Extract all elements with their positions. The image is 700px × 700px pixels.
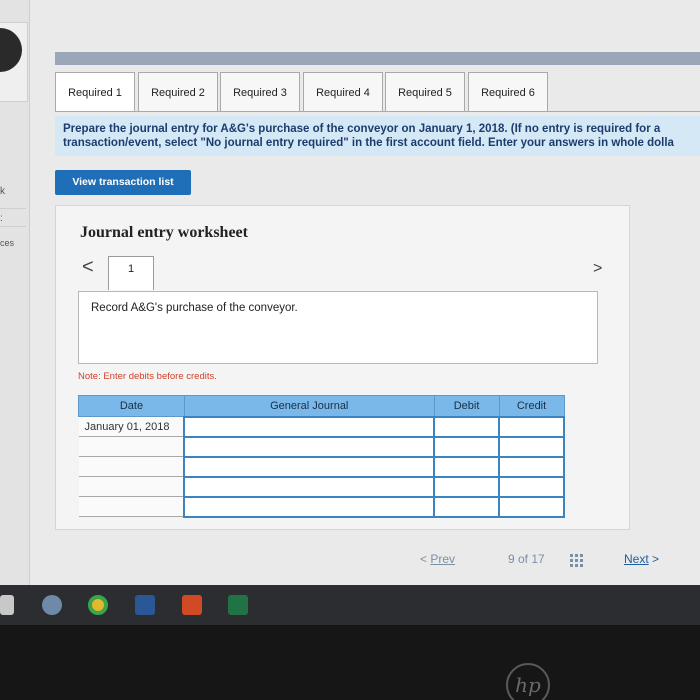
next-link[interactable]: Next > [624,552,659,566]
account-input[interactable] [183,455,436,478]
credit-input[interactable] [498,435,565,458]
monitor-screen: k : ces Required 1 Required 2 Required 3… [0,0,700,585]
debit-input[interactable] [433,415,501,438]
table-row [78,495,565,518]
edge-icon[interactable] [42,595,62,615]
account-input[interactable] [183,475,436,498]
account-input[interactable] [183,415,436,438]
credit-input[interactable] [498,455,565,478]
date-cell [78,456,185,477]
tab-required-4[interactable]: Required 4 [303,72,383,112]
debit-input[interactable] [433,475,501,498]
chevron-left-icon: < [420,552,431,566]
tab-required-1[interactable]: Required 1 [55,72,135,112]
chevron-right-icon[interactable]: > [593,260,602,278]
next-label: Next [624,552,649,566]
record-instruction-text: Record A&G's purchase of the conveyor. [91,302,298,314]
taskbar [0,585,700,625]
tab-required-3[interactable]: Required 3 [220,72,300,112]
left-sidebar: k : ces [0,0,30,585]
account-input[interactable] [183,435,436,458]
account-input[interactable] [183,495,436,518]
credit-input[interactable] [498,495,565,518]
debit-input[interactable] [433,435,501,458]
header-strip [55,52,700,65]
table-row [78,455,565,478]
monitor-bezel [0,625,700,700]
date-column-header: Date [78,395,185,417]
record-instruction-box: Record A&G's purchase of the conveyor. [78,291,598,364]
debit-column-header: Debit [433,395,500,417]
tab-divider [55,111,700,112]
entry-page-tab[interactable]: 1 [108,256,154,290]
prev-link[interactable]: < Prev [420,552,455,566]
table-header-row: Date General Journal Debit Credit [78,395,565,417]
debit-input[interactable] [433,455,501,478]
sidebar-fragment-3[interactable]: ces [0,238,14,248]
instruction-line-1: Prepare the journal entry for A&G's purc… [63,123,661,135]
account-column-header: General Journal [183,395,435,417]
grid-icon[interactable] [570,554,584,568]
date-cell: January 01, 2018 [78,416,185,437]
debit-credit-note: Note: Enter debits before credits. [78,371,217,382]
tab-required-2[interactable]: Required 2 [138,72,218,112]
sidebar-divider [0,208,26,209]
tab-required-5[interactable]: Required 5 [385,72,465,112]
table-row [78,475,565,498]
general-journal-table: Date General Journal Debit Credit Januar… [78,395,565,518]
credit-input[interactable] [498,475,565,498]
question-count: 9 of 17 [508,552,545,566]
journal-entry-worksheet: Journal entry worksheet < 1 > Record A&G… [55,205,630,530]
hp-logo: hp [506,663,550,700]
chrome-icon[interactable] [88,595,108,615]
windows-icon[interactable] [0,595,14,615]
date-cell [78,496,185,517]
sidebar-fragment-2[interactable]: : [0,213,3,224]
worksheet-title: Journal entry worksheet [80,224,248,241]
table-row: January 01, 2018 [78,415,565,438]
chevron-right-icon: > [648,552,660,566]
table-row [78,435,565,458]
word-icon[interactable] [135,595,155,615]
chevron-left-icon[interactable]: < [82,256,94,279]
tab-required-6[interactable]: Required 6 [468,72,548,112]
instruction-box: Prepare the journal entry for A&G's purc… [55,116,700,156]
date-cell [78,476,185,497]
powerpoint-icon[interactable] [182,595,202,615]
credit-column-header: Credit [498,395,565,417]
excel-icon[interactable] [228,595,248,615]
view-transaction-list-button[interactable]: View transaction list [55,170,191,195]
instruction-line-2: transaction/event, select "No journal en… [63,137,674,149]
sidebar-fragment-1[interactable]: k [0,186,5,197]
credit-input[interactable] [498,415,565,438]
date-cell [78,436,185,457]
debit-input[interactable] [433,495,501,518]
sidebar-divider [0,226,26,227]
prev-label: Prev [430,552,456,566]
